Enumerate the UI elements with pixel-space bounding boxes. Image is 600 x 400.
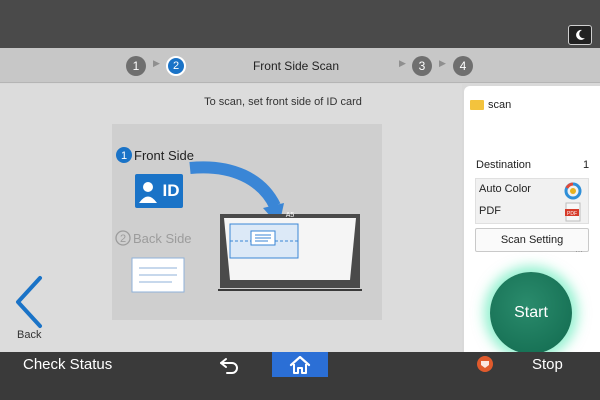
pdf-icon: PDF [565, 202, 581, 222]
step-1-indicator: 1 [126, 56, 146, 76]
home-icon [289, 355, 311, 374]
start-button[interactable]: Start [490, 272, 572, 354]
moon-icon [576, 29, 585, 40]
color-mode-label: Auto Color [479, 183, 531, 195]
id-card-icon: ID [135, 174, 183, 208]
auto-color-icon [564, 182, 582, 200]
back-label[interactable]: Back [17, 329, 41, 341]
scan-setting-button[interactable]: Scan Setting [475, 228, 589, 252]
step-separator-icon: ▶ [439, 58, 446, 68]
more-options-icon: … [575, 245, 583, 254]
id-card-illustration: 1 Front Side ID 2 Back Side A5 [112, 124, 382, 320]
stop-button[interactable]: Stop [532, 356, 563, 373]
front-side-number: 1 [121, 150, 127, 162]
undo-icon[interactable] [219, 355, 241, 375]
file-format-label: PDF [479, 205, 501, 217]
step-4-indicator: 4 [453, 56, 473, 76]
step-2-indicator: 2 [166, 56, 186, 76]
step-separator-icon: ▶ [399, 58, 406, 68]
folder-icon [470, 100, 484, 110]
destination-label: Destination [476, 159, 532, 171]
back-card-icon [131, 257, 185, 293]
stop-icon[interactable] [477, 356, 493, 372]
top-bar [0, 0, 600, 48]
back-chevron-icon [16, 276, 42, 328]
step-separator-icon: ▶ [153, 58, 160, 68]
destination-count: 1 [583, 159, 590, 171]
scanner-glass: A5 [218, 212, 362, 291]
step-title: Front Side Scan [252, 59, 340, 73]
back-side-label: Back Side [133, 231, 192, 246]
check-status-button[interactable]: Check Status [23, 356, 112, 373]
back-side-number: 2 [120, 233, 126, 245]
id-text: ID [163, 181, 180, 200]
scanner-size-label: A5 [286, 212, 295, 219]
folder-name[interactable]: scan [488, 99, 511, 111]
step-indicator-bar: 1 ▶ 2 Front Side Scan ▶ 3 ▶ 4 [0, 48, 600, 83]
pdf-icon-text: PDF [567, 211, 577, 217]
night-mode-button[interactable] [568, 25, 592, 45]
stop-hand-icon [481, 361, 489, 368]
home-button[interactable] [272, 352, 328, 377]
front-side-label: Front Side [134, 148, 194, 163]
step-3-indicator: 3 [412, 56, 432, 76]
